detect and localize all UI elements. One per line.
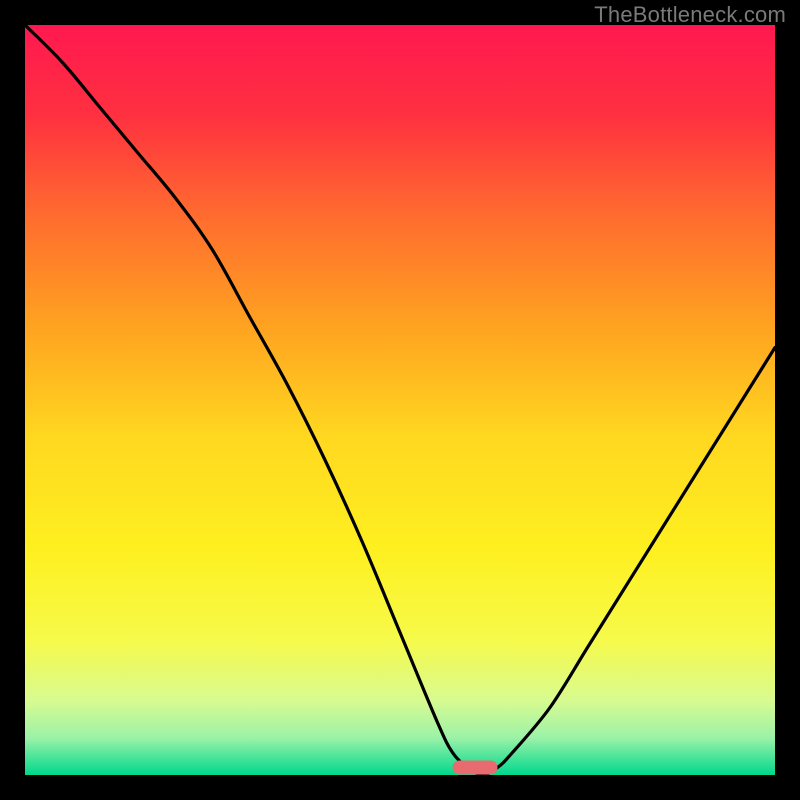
gradient-background [25,25,775,775]
chart-frame: TheBottleneck.com [0,0,800,800]
sweet-spot-marker [453,761,498,775]
bottleneck-curve-chart [25,25,775,775]
chart-svg [25,25,775,775]
